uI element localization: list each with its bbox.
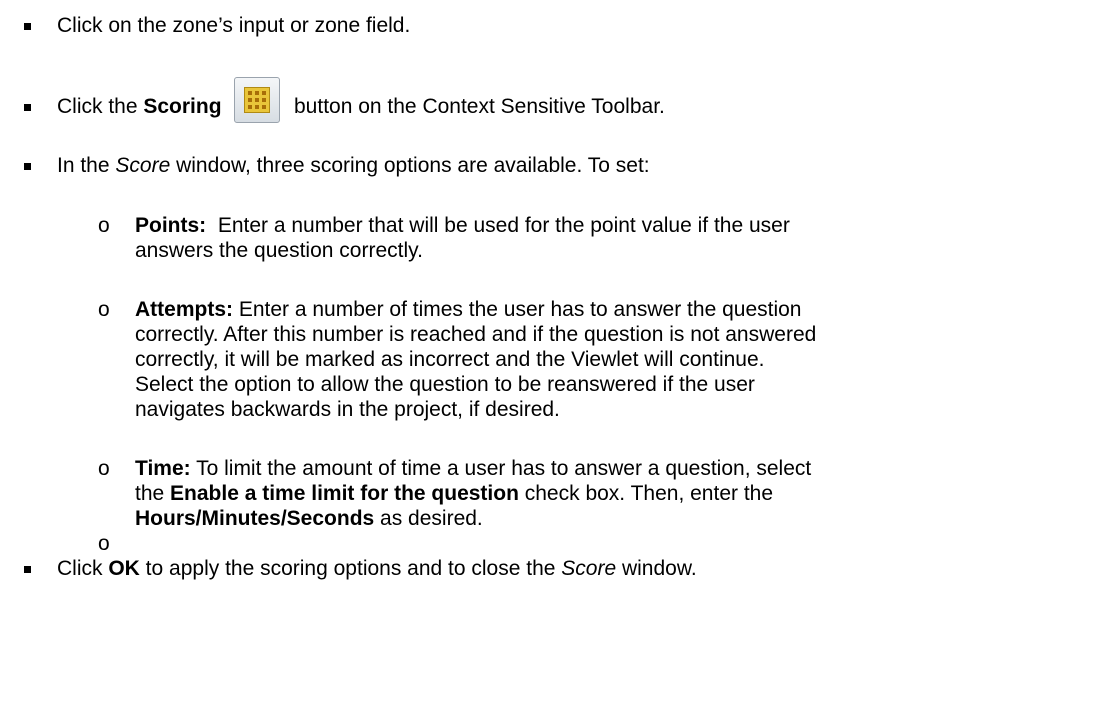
option-points-text-2: answers the question correctly.	[135, 239, 423, 262]
step-2-bold: Scoring	[143, 95, 222, 118]
document-page: Click on the zone’s input or zone field.…	[0, 0, 1111, 716]
step-3-pre: In the	[57, 154, 116, 177]
step-4-pre: Click	[57, 557, 109, 580]
option-points-text-1: Enter a number that will be used for the…	[206, 214, 790, 237]
option-attempts-text-3: correctly, it will be marked as incorrec…	[135, 348, 765, 371]
scoring-icon-grid	[244, 87, 270, 113]
option-attempts-line-1: Attempts: Enter a number of times the us…	[135, 296, 801, 323]
option-time-line-3: Hours/Minutes/Seconds as desired.	[135, 505, 483, 532]
sub-bullet-marker: o	[98, 532, 110, 555]
step-4-italic: Score	[561, 557, 617, 580]
step-2-pre: Click the	[57, 95, 144, 118]
step-4-mid: to apply the scoring options and to clos…	[139, 557, 562, 580]
option-points-label: Points:	[135, 214, 207, 237]
option-attempts-line-2: correctly. After this number is reached …	[135, 321, 816, 348]
option-time-text-2-bold: Enable a time limit for the question	[170, 482, 519, 505]
option-attempts-label: Attempts:	[135, 298, 233, 321]
bullet-marker	[24, 163, 31, 170]
scoring-icon	[234, 77, 280, 123]
sub-bullet-marker: o	[98, 298, 110, 321]
step-2-post-label: button on the Context Sensitive Toolbar.	[294, 95, 665, 118]
option-time-text-3-post: as desired.	[374, 507, 483, 530]
sub-bullet-marker: o	[98, 214, 110, 237]
sub-bullet-marker: o	[98, 457, 110, 480]
step-2-post: button on the Context Sensitive Toolbar.	[294, 93, 665, 120]
option-points-line-2: answers the question correctly.	[135, 237, 423, 264]
option-attempts-line-4: Select the option to allow the question …	[135, 371, 755, 398]
option-time-line-2: the Enable a time limit for the question…	[135, 480, 773, 507]
option-points-line-1: Points: Enter a number that will be used…	[135, 212, 790, 239]
option-time-line-1: Time: To limit the amount of time a user…	[135, 455, 811, 482]
step-4-bold: OK	[108, 557, 140, 580]
step-3-post: window, three scoring options are availa…	[170, 154, 650, 177]
option-time-text-2-post: check box. Then, enter the	[518, 482, 774, 505]
step-1-text: Click on the zone’s input or zone field.	[57, 12, 410, 39]
option-attempts-line-3: correctly, it will be marked as incorrec…	[135, 346, 765, 373]
option-time-text-1: To limit the amount of time a user has t…	[190, 457, 812, 480]
option-attempts-text-5: navigates backwards in the project, if d…	[135, 398, 560, 421]
option-time-text-2-pre: the	[135, 482, 171, 505]
bullet-marker	[24, 566, 31, 573]
option-time-label: Time:	[135, 457, 191, 480]
step-3-italic: Score	[115, 154, 171, 177]
option-time-text-3-bold: Hours/Minutes/Seconds	[135, 507, 375, 530]
option-attempts-text-2: correctly. After this number is reached …	[135, 323, 817, 346]
step-1-label: Click on the zone’s input or zone field.	[57, 14, 411, 37]
option-attempts-text-4: Select the option to allow the question …	[135, 373, 755, 396]
option-attempts-text-1: Enter a number of times the user has to …	[233, 298, 802, 321]
bullet-marker	[24, 104, 31, 111]
step-2-text: Click the Scoring	[57, 93, 222, 120]
option-attempts-line-5: navigates backwards in the project, if d…	[135, 396, 560, 423]
step-4-text: Click OK to apply the scoring options an…	[57, 555, 697, 582]
step-3-text: In the Score window, three scoring optio…	[57, 152, 650, 179]
step-4-post: window.	[616, 557, 697, 580]
bullet-marker	[24, 23, 31, 30]
